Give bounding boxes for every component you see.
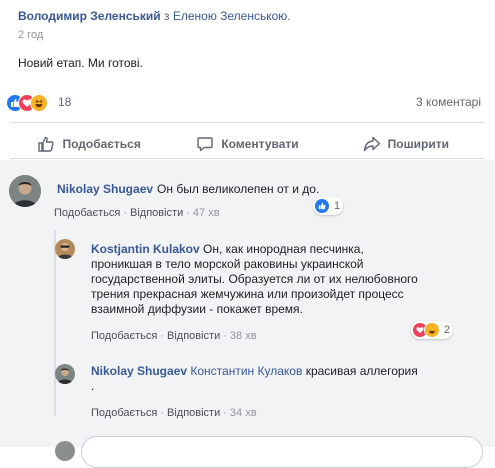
- reply-time[interactable]: 38 хв: [230, 330, 257, 342]
- comment-button-label: Коментувати: [221, 137, 299, 151]
- reply-author[interactable]: Nikolay Shugaev: [91, 364, 187, 378]
- reply-thread-line: [54, 230, 56, 416]
- comment-time[interactable]: 47 хв: [193, 207, 220, 219]
- comment-meta: Подобається · Відповісти · 47 хв: [54, 207, 220, 219]
- reactions-summary: 18 3 коментарі: [6, 93, 481, 113]
- mention-link[interactable]: Константин Кулаков: [190, 364, 302, 378]
- comments-count[interactable]: 3 коментарі: [416, 95, 481, 109]
- avatar[interactable]: [55, 239, 75, 259]
- reply-author[interactable]: Kostjantin Kulakov: [91, 242, 200, 256]
- reply-reactions[interactable]: 2: [411, 321, 454, 339]
- post-text: Новий етап. Ми готові.: [18, 56, 143, 70]
- divider: [10, 158, 485, 159]
- reaction-count[interactable]: 18: [58, 95, 71, 109]
- comment-reactions[interactable]: 1: [313, 197, 344, 215]
- post-header: Володимир Зеленський з Еленою Зеленською…: [18, 9, 291, 41]
- share-button-label: Поширити: [387, 137, 449, 151]
- comment-author[interactable]: Nikolay Shugaev: [57, 182, 153, 196]
- post-author-line: Володимир Зеленський з Еленою Зеленською…: [18, 9, 291, 23]
- comment-reply-link[interactable]: Відповісти: [130, 207, 183, 219]
- reply-text: красивая аллегория: [305, 364, 418, 378]
- comments-section: Nikolay Shugaev Он был великолепен от и …: [0, 160, 495, 468]
- divider: [10, 122, 485, 123]
- reply-like-link[interactable]: Подобається: [91, 407, 157, 419]
- reply-bubble: Kostjantin Kulakov Он, как инородная пес…: [81, 236, 435, 324]
- reply-meta: Подобається · Відповісти · 34 хв: [91, 407, 257, 419]
- with-text: з: [163, 9, 170, 23]
- reply-reply-link[interactable]: Відповісти: [167, 330, 220, 342]
- reply-reaction-count: 2: [444, 324, 451, 336]
- comment-text: Он был великолепен от и до.: [157, 182, 320, 196]
- post-timestamp[interactable]: 2 год: [18, 29, 291, 41]
- comment-reaction-count: 1: [334, 200, 341, 212]
- avatar[interactable]: [55, 364, 75, 384]
- share-icon: [363, 136, 380, 152]
- reply-time[interactable]: 34 хв: [230, 407, 257, 419]
- avatar[interactable]: [9, 175, 41, 207]
- reply-bubble: Nikolay Shugaev Константин Кулаков краси…: [81, 358, 459, 402]
- post-author[interactable]: Володимир Зеленський: [18, 9, 161, 23]
- comment-icon: [197, 137, 214, 152]
- like-button-label: Подобається: [62, 137, 141, 151]
- avatar[interactable]: [55, 441, 75, 461]
- reply-input[interactable]: [81, 436, 483, 468]
- reply-like-link[interactable]: Подобається: [91, 330, 157, 342]
- thumbs-up-icon: [38, 136, 55, 152]
- like-icon: [314, 198, 330, 214]
- haha-icon: [30, 94, 48, 112]
- reply-text-continued: .: [91, 379, 95, 393]
- reply-reply-link[interactable]: Відповісти: [167, 407, 220, 419]
- comment-like-link[interactable]: Подобається: [54, 207, 120, 219]
- haha-icon: [424, 322, 440, 338]
- reply-meta: Подобається · Відповісти · 38 хв: [91, 330, 257, 342]
- comment-bubble: Nikolay Shugaev Он был великолепен от и …: [45, 176, 332, 202]
- tagged-person[interactable]: Еленою Зеленською.: [173, 9, 291, 23]
